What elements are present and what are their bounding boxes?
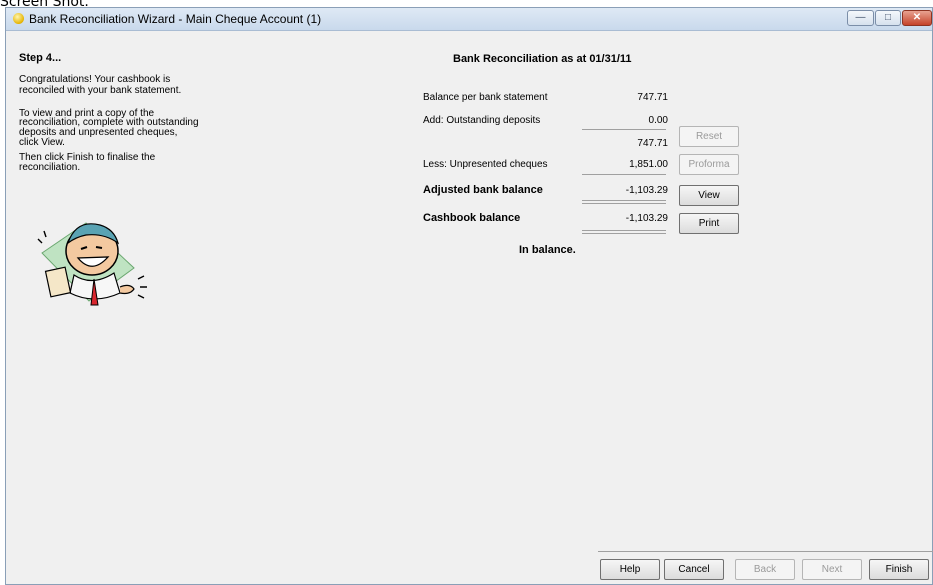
- reconciliation-heading: Bank Reconciliation as at 01/31/11: [453, 53, 632, 65]
- footer-divider: [598, 551, 933, 552]
- cancel-button[interactable]: Cancel: [664, 559, 724, 580]
- outstanding-deposits-value: 0.00: [648, 115, 668, 126]
- finish-line-2: reconciliation.: [19, 162, 81, 173]
- back-button[interactable]: Back: [735, 559, 795, 580]
- minimize-icon: —: [855, 12, 866, 23]
- cashbook-balance-cell: -1,103.29: [587, 213, 668, 225]
- subtotal-value: 747.71: [637, 138, 668, 149]
- bank-statement-value: 747.71: [637, 92, 668, 103]
- title-bar[interactable]: Bank Reconciliation Wizard - Main Cheque…: [6, 8, 932, 31]
- wizard-window: Bank Reconciliation Wizard - Main Cheque…: [5, 7, 933, 585]
- help-button[interactable]: Help: [600, 559, 660, 580]
- subtotal-rule: [582, 129, 666, 130]
- cashbook-balance-value: -1,103.29: [625, 213, 668, 224]
- adjusted-balance-cell: -1,103.29: [587, 185, 668, 197]
- cashbook-double-rule: [582, 230, 666, 234]
- bank-wizard-icon: [13, 13, 24, 24]
- happy-accountant-icon: [37, 222, 147, 306]
- unpresented-cheques-cell: 1,851.00: [587, 159, 668, 171]
- minimize-button[interactable]: —: [847, 10, 874, 26]
- adjusted-balance-label: Adjusted bank balance: [423, 184, 543, 196]
- balance-status: In balance.: [519, 244, 576, 256]
- subtotal-cell: 747.71: [587, 138, 668, 150]
- outstanding-deposits-cell: 0.00: [587, 115, 668, 127]
- step-title: Step 4...: [19, 52, 62, 64]
- next-button[interactable]: Next: [802, 559, 862, 580]
- bank-statement-cell: 747.71: [587, 92, 668, 104]
- print-button[interactable]: Print: [679, 213, 739, 234]
- maximize-icon: □: [884, 12, 892, 23]
- adjusted-rule: [582, 174, 666, 175]
- window-title: Bank Reconciliation Wizard - Main Cheque…: [29, 12, 322, 26]
- close-icon: ✕: [912, 12, 922, 23]
- finish-button[interactable]: Finish: [869, 559, 929, 580]
- maximize-button[interactable]: □: [875, 10, 901, 26]
- congrats-line-2: reconciled with your bank statement.: [19, 85, 182, 96]
- reset-button[interactable]: Reset: [679, 126, 739, 147]
- adjusted-balance-value: -1,103.29: [625, 185, 668, 196]
- bank-statement-label: Balance per bank statement: [423, 92, 548, 103]
- unpresented-cheques-value: 1,851.00: [629, 159, 668, 170]
- congrats-line-1: Congratulations! Your cashbook is: [19, 74, 171, 85]
- unpresented-cheques-label: Less: Unpresented cheques: [423, 159, 548, 170]
- view-button[interactable]: View: [679, 185, 739, 206]
- instructions-line-4: click View.: [19, 137, 65, 148]
- proforma-button[interactable]: Proforma: [679, 154, 739, 175]
- outstanding-deposits-label: Add: Outstanding deposits: [423, 115, 541, 126]
- cashbook-balance-label: Cashbook balance: [423, 212, 521, 224]
- close-button[interactable]: ✕: [902, 10, 932, 26]
- adjusted-double-rule: [582, 200, 666, 204]
